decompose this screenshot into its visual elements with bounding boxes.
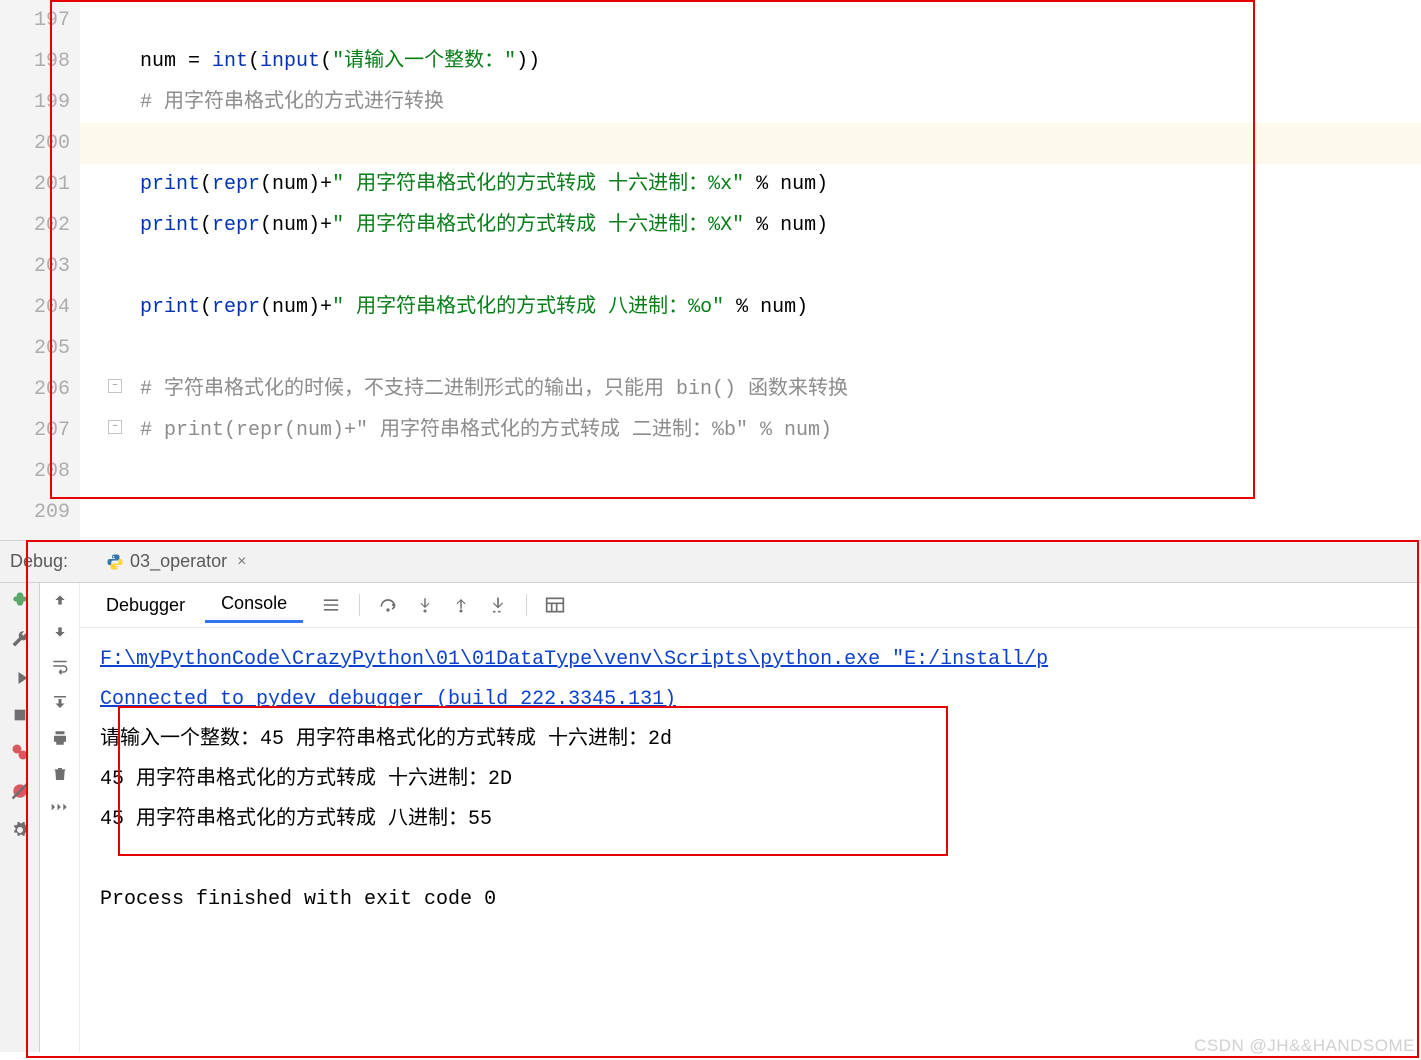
line-number: 198 xyxy=(0,41,70,82)
tab-debugger[interactable]: Debugger xyxy=(90,589,201,622)
separator xyxy=(359,594,360,616)
code-line[interactable]: num = int(input("请输入一个整数：")) xyxy=(140,41,1421,82)
debug-session-tab[interactable]: 03_operator × xyxy=(98,551,254,572)
threads-icon[interactable] xyxy=(321,597,341,613)
line-number: 205 xyxy=(0,328,70,369)
step-into-icon[interactable] xyxy=(416,595,434,615)
line-number: 206 xyxy=(0,369,70,410)
mute-breakpoints-icon[interactable] xyxy=(10,781,30,801)
stop-icon[interactable] xyxy=(12,707,28,723)
console-output[interactable]: F:\myPythonCode\CrazyPython\01\01DataTyp… xyxy=(80,628,1421,1052)
watermark: CSDN @JH&&HANDSOME xyxy=(1194,1036,1415,1056)
resume-icon[interactable] xyxy=(11,669,29,687)
code-line[interactable]: print(repr(num)+" 用字符串格式化的方式转成 十六进制：%x" … xyxy=(140,164,1421,205)
code-editor[interactable]: 197 198 199 200 201 202 203 204 205 206 … xyxy=(0,0,1421,540)
console-toolbar xyxy=(321,594,565,616)
line-number: 208 xyxy=(0,451,70,492)
fold-icon[interactable]: – xyxy=(108,420,122,434)
code-line[interactable]: # 用字符串格式化的方式进行转换 xyxy=(140,82,1421,123)
down-arrow-icon[interactable] xyxy=(53,625,67,639)
code-area[interactable]: num = int(input("请输入一个整数：")) # 用字符串格式化的方… xyxy=(80,0,1421,540)
python-icon xyxy=(106,553,124,571)
output-line: Connected to pydev debugger (build 222.3… xyxy=(100,680,1421,720)
output-line: 45 用字符串格式化的方式转成 八进制：55 xyxy=(100,800,1421,840)
line-gutter: 197 198 199 200 201 202 203 204 205 206 … xyxy=(0,0,80,540)
debug-left-toolbar xyxy=(0,583,40,1052)
code-line[interactable] xyxy=(140,451,1421,492)
step-out-icon[interactable] xyxy=(452,595,470,615)
settings-icon[interactable] xyxy=(11,821,29,839)
line-number: 199 xyxy=(0,82,70,123)
code-line[interactable]: print(repr(num)+" 用字符串格式化的方式转成 八进制：%o" %… xyxy=(140,287,1421,328)
breakpoints-icon[interactable] xyxy=(11,743,29,761)
line-number: 207 xyxy=(0,410,70,451)
code-line[interactable] xyxy=(140,328,1421,369)
code-line[interactable]: print(repr(num)+" 用字符串格式化的方式转成 十六进制：%X" … xyxy=(140,205,1421,246)
line-number: 200 xyxy=(0,123,70,164)
debug-tab-label: 03_operator xyxy=(130,551,227,572)
code-line[interactable] xyxy=(140,246,1421,287)
output-line: 请输入一个整数：45 用字符串格式化的方式转成 十六进制：2d xyxy=(100,720,1421,760)
close-icon[interactable]: × xyxy=(237,553,246,571)
code-line[interactable] xyxy=(140,0,1421,41)
line-number: 201 xyxy=(0,164,70,205)
debug-toolwindow-header: Debug: 03_operator × xyxy=(0,540,1421,582)
output-line: F:\myPythonCode\CrazyPython\01\01DataTyp… xyxy=(100,640,1421,680)
code-line[interactable]: –# print(repr(num)+" 用字符串格式化的方式转成 二进制：%b… xyxy=(140,410,1421,451)
line-number: 203 xyxy=(0,246,70,287)
line-number: 202 xyxy=(0,205,70,246)
trash-icon[interactable] xyxy=(52,765,68,783)
code-line-current[interactable] xyxy=(80,123,1421,164)
line-number: 197 xyxy=(0,0,70,41)
debug-panel: Debugger Console F:\myPythonCode\CrazyPy… xyxy=(0,582,1421,1052)
line-number: 209 xyxy=(0,492,70,533)
scroll-end-icon[interactable] xyxy=(51,693,69,711)
separator xyxy=(526,594,527,616)
more-icon[interactable] xyxy=(50,801,70,813)
fold-icon[interactable]: – xyxy=(108,379,122,393)
debug-label: Debug: xyxy=(10,551,68,572)
output-line: 45 用字符串格式化的方式转成 十六进制：2D xyxy=(100,760,1421,800)
up-arrow-icon[interactable] xyxy=(53,593,67,607)
debug-tabs: Debugger Console xyxy=(80,583,1421,628)
output-line: Process finished with exit code 0 xyxy=(100,880,1421,920)
evaluate-icon[interactable] xyxy=(545,596,565,614)
soft-wrap-icon[interactable] xyxy=(51,657,69,675)
bug-icon[interactable] xyxy=(10,589,30,609)
code-line[interactable]: –# 字符串格式化的时候，不支持二进制形式的输出，只能用 bin() 函数来转换 xyxy=(140,369,1421,410)
run-to-cursor-icon[interactable] xyxy=(488,595,508,615)
console-panel: Debugger Console F:\myPythonCode\CrazyPy… xyxy=(80,583,1421,1052)
console-nav-toolbar xyxy=(40,583,80,1052)
output-line xyxy=(100,840,1421,880)
step-over-icon[interactable] xyxy=(378,595,398,615)
print-icon[interactable] xyxy=(51,729,69,747)
tab-console[interactable]: Console xyxy=(205,587,303,623)
wrench-icon[interactable] xyxy=(10,629,30,649)
line-number: 204 xyxy=(0,287,70,328)
